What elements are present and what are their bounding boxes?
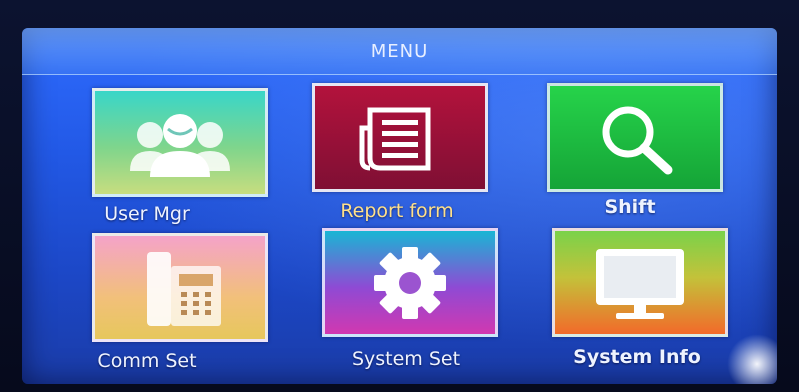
light-glare	[727, 334, 777, 384]
document-icon	[359, 107, 431, 170]
telephone-icon	[147, 251, 221, 326]
lcd-screen: MENU User Mgr Report form Shift Comm Set…	[22, 28, 777, 384]
device-bezel: MENU User Mgr Report form Shift Comm Set…	[0, 0, 799, 392]
menu-label-shift: Shift	[604, 196, 656, 218]
menu-title: MENU	[370, 40, 429, 62]
menu-label-comm-set: Comm Set	[97, 350, 197, 372]
menu-tile-shift[interactable]	[547, 83, 723, 192]
monitor-icon	[596, 248, 684, 319]
menu-tile-system-set[interactable]	[322, 228, 498, 337]
menu-label-system-set: System Set	[351, 348, 461, 370]
menu-tile-report-form[interactable]	[312, 83, 488, 192]
menu-tile-system-info[interactable]	[552, 228, 728, 337]
menu-tile-comm-set[interactable]	[92, 233, 268, 342]
gear-icon	[374, 246, 446, 319]
title-bar: MENU	[22, 28, 777, 75]
menu-label-user-mgr: User Mgr	[104, 203, 190, 225]
magnifier-icon	[602, 106, 673, 174]
menu-label-system-info: System Info	[573, 346, 701, 368]
menu-label-report-form: Report form	[340, 200, 454, 222]
menu-tile-user-mgr[interactable]	[92, 88, 268, 197]
users-icon	[130, 113, 230, 177]
